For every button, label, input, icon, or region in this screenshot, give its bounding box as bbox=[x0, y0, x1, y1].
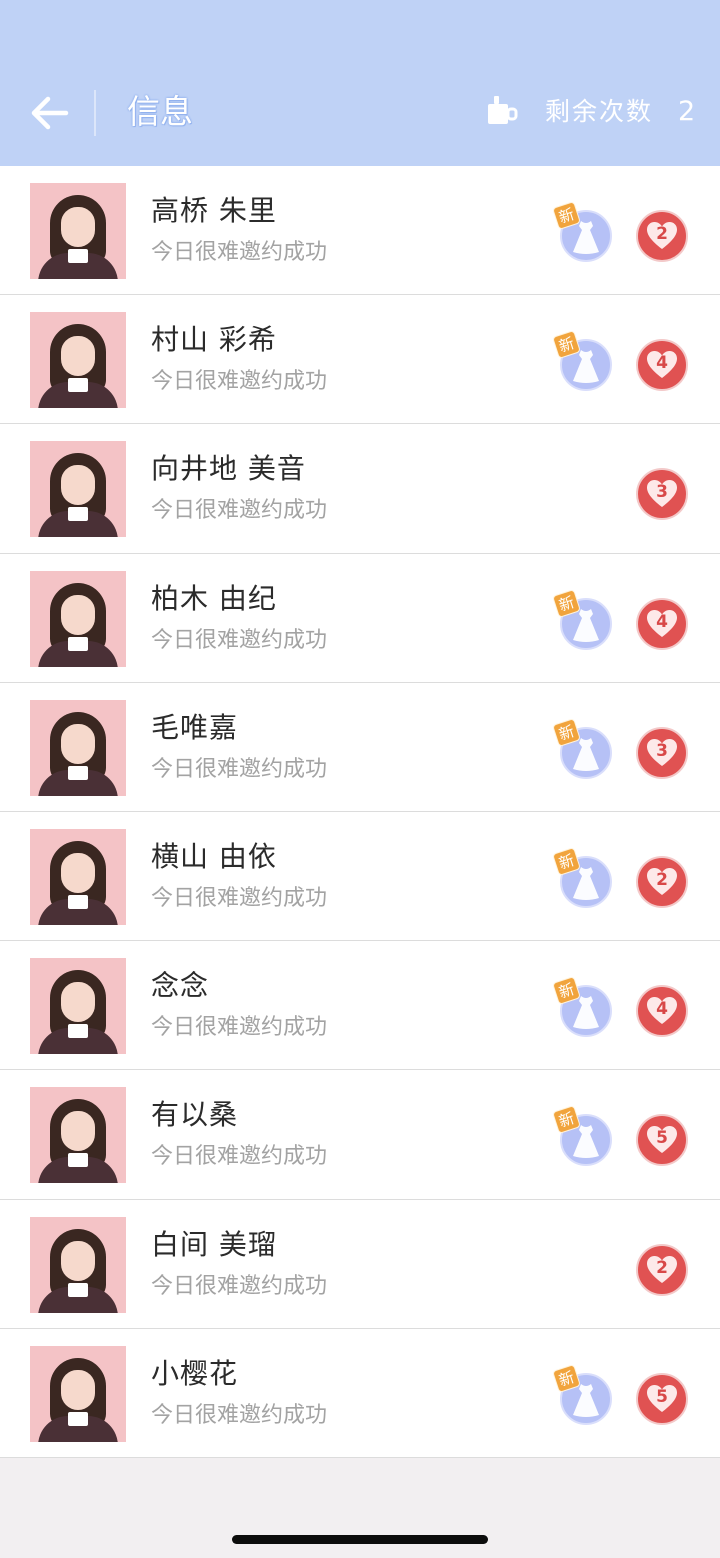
heart-count: 5 bbox=[656, 1386, 668, 1407]
list-item[interactable]: 柏木 由纪 今日很难邀约成功 新 4 bbox=[0, 553, 720, 683]
top-bar: 信息 剩余次数 2 bbox=[0, 0, 720, 166]
member-name: 有以桑 bbox=[151, 1098, 239, 1132]
page-title: 信息 bbox=[127, 92, 193, 131]
member-name: 白间 美瑠 bbox=[151, 1227, 277, 1261]
heart-count: 4 bbox=[656, 611, 668, 632]
heart-icon[interactable]: 3 bbox=[636, 726, 688, 779]
heart-count: 3 bbox=[656, 740, 668, 761]
member-name: 向井地 美音 bbox=[151, 452, 306, 486]
invite-status: 今日很难邀约成功 bbox=[151, 1402, 328, 1428]
heart-count: 2 bbox=[656, 224, 668, 244]
member-name: 毛唯嘉 bbox=[151, 710, 239, 744]
heart-icon[interactable]: 5 bbox=[636, 1372, 688, 1425]
remaining-count: 2 bbox=[678, 96, 696, 127]
list-item[interactable]: 小樱花 今日很难邀约成功 新 5 bbox=[0, 1328, 720, 1458]
invite-status: 今日很难邀约成功 bbox=[151, 756, 328, 782]
member-name: 村山 彩希 bbox=[151, 323, 277, 357]
member-name: 小樱花 bbox=[151, 1356, 239, 1390]
message-list: 高桥 朱里 今日很难邀约成功 新 2 村山 彩希 今日很难邀约成功 新 4 向井… bbox=[0, 166, 720, 1458]
heart-count: 2 bbox=[656, 869, 668, 890]
avatar bbox=[30, 183, 126, 279]
heart-count: 4 bbox=[656, 353, 668, 374]
list-item[interactable]: 念念 今日很难邀约成功 新 4 bbox=[0, 941, 720, 1071]
avatar bbox=[30, 958, 126, 1055]
list-item[interactable]: 白间 美瑠 今日很难邀约成功 2 bbox=[0, 1199, 720, 1329]
avatar bbox=[30, 441, 126, 538]
avatar bbox=[30, 1345, 126, 1442]
avatar bbox=[30, 828, 126, 925]
invite-status: 今日很难邀约成功 bbox=[151, 885, 328, 911]
home-indicator bbox=[232, 1535, 488, 1544]
avatar bbox=[30, 312, 126, 409]
heart-icon[interactable]: 5 bbox=[636, 1114, 688, 1167]
heart-icon[interactable]: 2 bbox=[636, 210, 688, 262]
avatar bbox=[30, 1087, 126, 1184]
heart-icon[interactable]: 4 bbox=[636, 985, 688, 1038]
member-name: 高桥 朱里 bbox=[151, 194, 277, 227]
list-item[interactable]: 毛唯嘉 今日很难邀约成功 新 3 bbox=[0, 682, 720, 812]
member-name: 横山 由依 bbox=[151, 839, 277, 873]
heart-icon[interactable]: 3 bbox=[636, 468, 688, 521]
invite-status: 今日很难邀约成功 bbox=[151, 1015, 328, 1041]
invite-status: 今日很难邀约成功 bbox=[151, 627, 328, 653]
avatar bbox=[30, 570, 126, 667]
header-divider bbox=[94, 90, 96, 136]
list-item[interactable]: 横山 由依 今日很难邀约成功 新 2 bbox=[0, 811, 720, 942]
list-item[interactable]: 村山 彩希 今日很难邀约成功 新 4 bbox=[0, 295, 720, 425]
heart-icon[interactable]: 4 bbox=[636, 339, 688, 392]
back-arrow-icon[interactable] bbox=[30, 95, 70, 131]
heart-icon[interactable]: 4 bbox=[636, 597, 688, 650]
remaining-label: 剩余次数 bbox=[545, 97, 654, 126]
invite-status: 今日很难邀约成功 bbox=[151, 498, 328, 524]
invite-status: 今日很难邀约成功 bbox=[151, 1144, 328, 1170]
member-name: 念念 bbox=[151, 969, 210, 1003]
heart-count: 3 bbox=[656, 482, 668, 503]
list-item[interactable]: 高桥 朱里 今日很难邀约成功 新 2 bbox=[0, 166, 720, 296]
cup-icon bbox=[486, 96, 518, 126]
invite-status: 今日很难邀约成功 bbox=[151, 1273, 328, 1299]
avatar bbox=[30, 1216, 126, 1313]
heart-icon[interactable]: 2 bbox=[636, 1243, 688, 1296]
heart-icon[interactable]: 2 bbox=[636, 855, 688, 908]
list-item[interactable]: 有以桑 今日很难邀约成功 新 5 bbox=[0, 1070, 720, 1200]
heart-count: 5 bbox=[656, 1128, 668, 1149]
invite-status: 今日很难邀约成功 bbox=[151, 369, 328, 395]
heart-count: 4 bbox=[656, 999, 668, 1020]
avatar bbox=[30, 699, 126, 796]
invite-status: 今日很难邀约成功 bbox=[151, 240, 328, 265]
member-name: 柏木 由纪 bbox=[151, 581, 277, 615]
list-item[interactable]: 向井地 美音 今日很难邀约成功 3 bbox=[0, 424, 720, 554]
heart-count: 2 bbox=[656, 1257, 668, 1278]
